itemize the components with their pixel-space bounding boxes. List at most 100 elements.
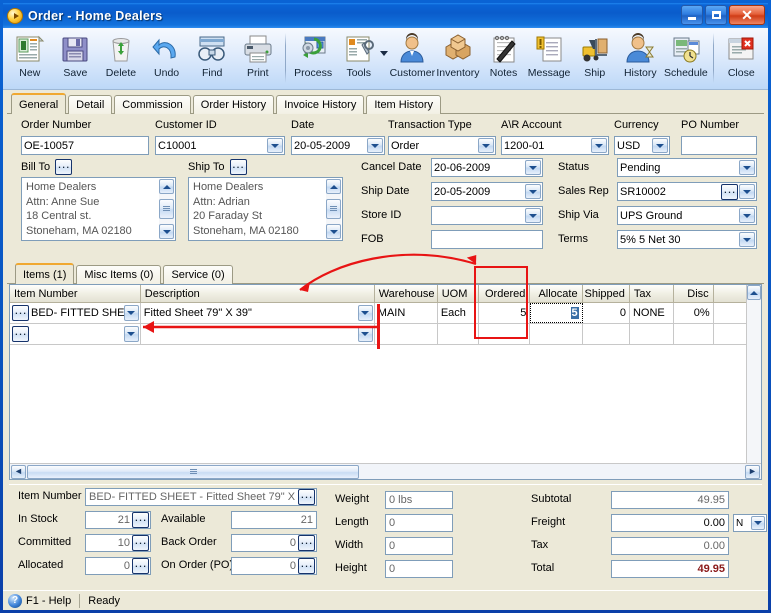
grid-vertical-scrollbar[interactable] [746,285,761,463]
item-number-lookup-button[interactable]: … [12,324,29,342]
grid-col-uom[interactable]: UOM [438,285,480,302]
cell-disc[interactable]: 0% [674,303,714,323]
toolbar-undo-button[interactable]: Undo [144,31,190,87]
weight-input[interactable]: 0 lbs [385,491,453,509]
close-button[interactable]: ✕ [729,5,765,25]
cell-shipped[interactable]: 0 [582,303,630,323]
committed-lookup-button[interactable]: … [132,533,149,551]
cell-ordered[interactable] [479,324,531,344]
chevron-down-icon[interactable] [525,184,541,199]
ar-account-combo[interactable]: 1200-01 [501,136,609,155]
chevron-down-icon[interactable] [123,326,139,342]
grid-col-warehouse[interactable]: Warehouse [375,285,438,302]
cell-shipped[interactable] [582,324,630,344]
chevron-down-icon[interactable] [739,232,755,247]
chevron-down-icon[interactable] [267,138,283,153]
line-items-grid[interactable]: Item Number Description Warehouse UOM Or… [9,284,762,480]
grid-horizontal-scrollbar[interactable]: ◄ ► [10,463,761,479]
length-input[interactable]: 0 [385,514,453,532]
item-number-lookup-button[interactable]: … [12,303,29,321]
chevron-down-icon[interactable] [739,160,755,175]
on-order-po-input[interactable]: 0 … [231,556,317,575]
toolbar-schedule-button[interactable]: Schedule [663,31,709,87]
scroll-left-icon[interactable]: ◄ [11,464,26,479]
cell-tax[interactable] [629,324,675,344]
tab-item-history[interactable]: Item History [366,95,442,114]
tab-general[interactable]: General [11,93,67,114]
cell-ordered[interactable]: 5 [479,303,531,323]
bill-to-lookup-button[interactable]: … [55,157,73,175]
chevron-down-icon[interactable] [751,516,765,530]
on-order-po-lookup-button[interactable]: … [298,556,315,574]
scrollbar-thumb[interactable] [27,464,359,479]
toolbar-close-button[interactable]: Close [718,31,764,87]
toolbar-new-button[interactable]: New [7,31,53,87]
chevron-down-icon[interactable] [591,138,607,153]
grid-col-shipped[interactable]: Shipped [583,285,630,302]
customer-id-combo[interactable]: C10001 [155,136,285,155]
toolbar-inventory-button[interactable]: Inventory [435,31,481,87]
cell-description[interactable] [140,324,375,344]
help-label[interactable]: F1 - Help [26,595,71,607]
toolbar-tools-button[interactable]: Tools [336,31,388,87]
ship-to-address-box[interactable]: Home Dealers Attn: Adrian 20 Faraday St … [188,177,343,241]
grid-col-disc[interactable]: Disc [674,285,714,302]
ship-date-combo[interactable]: 20-05-2009 [431,182,543,201]
date-combo[interactable]: 20-05-2009 [291,136,385,155]
grid-col-tax[interactable]: Tax [630,285,675,302]
bill-to-scrollbar[interactable] [159,179,174,239]
transaction-type-combo[interactable]: Order [388,136,496,155]
back-order-lookup-button[interactable]: … [298,533,315,551]
chevron-down-icon[interactable] [123,305,139,321]
chevron-down-icon[interactable] [478,138,494,153]
tab-misc-items[interactable]: Misc Items (0) [76,265,162,284]
cell-item-number[interactable]: … BED- FITTED SHEE [10,303,141,323]
cell-warehouse[interactable] [374,324,438,344]
allocated-lookup-button[interactable]: … [132,556,149,574]
tab-detail[interactable]: Detail [68,95,113,114]
fob-input[interactable] [431,230,543,249]
ship-via-combo[interactable]: UPS Ground [617,206,757,225]
freight-taxable-combo[interactable]: N [733,514,767,532]
tools-dropdown-caret-icon[interactable] [379,51,388,56]
grid-col-item-number[interactable]: Item Number [10,285,141,302]
cell-warehouse[interactable]: MAIN [374,303,438,323]
maximize-button[interactable] [705,5,727,25]
chevron-down-icon[interactable] [357,326,373,342]
chevron-down-icon[interactable] [652,138,668,153]
toolbar-ship-button[interactable]: Ship [572,31,618,87]
store-id-combo[interactable] [431,206,543,225]
minimize-button[interactable] [681,5,703,25]
back-order-input[interactable]: 0 … [231,533,317,552]
in-stock-input[interactable]: 21 … [85,510,151,529]
status-combo[interactable]: Pending [617,158,757,177]
cell-description[interactable]: Fitted Sheet 79" X 39" [140,303,375,323]
order-number-input[interactable]: OE-10057 [21,136,149,155]
scrollbar-thumb[interactable] [159,199,174,219]
tab-order-history[interactable]: Order History [192,95,275,114]
scroll-down-icon[interactable] [326,224,341,239]
toolbar-delete-button[interactable]: Delete [98,31,144,87]
help-icon[interactable]: ? [8,593,22,608]
grid-col-allocate[interactable]: Allocate [530,285,583,302]
ship-to-scrollbar[interactable] [326,179,341,239]
chevron-down-icon[interactable] [739,208,755,223]
chevron-down-icon[interactable] [739,184,755,199]
toolbar-process-button[interactable]: Process [290,31,336,87]
scroll-up-icon[interactable] [159,179,174,194]
currency-combo[interactable]: USD [614,136,670,155]
toolbar-customer-button[interactable]: Customer [390,31,436,87]
scroll-up-icon[interactable] [326,179,341,194]
tab-service[interactable]: Service (0) [163,265,233,284]
cell-allocate[interactable] [530,324,583,344]
cell-disc[interactable] [674,324,714,344]
cancel-date-combo[interactable]: 20-06-2009 [431,158,543,177]
cell-uom[interactable] [437,324,480,344]
grid-col-ordered[interactable]: Ordered [479,285,531,302]
ship-to-lookup-button[interactable]: … [229,157,247,175]
chevron-down-icon[interactable] [367,138,383,153]
grid-col-description[interactable]: Description [141,285,375,302]
toolbar-message-button[interactable]: Message [526,31,572,87]
cell-tax[interactable]: NONE [629,303,675,323]
scrollbar-thumb[interactable] [326,199,341,219]
